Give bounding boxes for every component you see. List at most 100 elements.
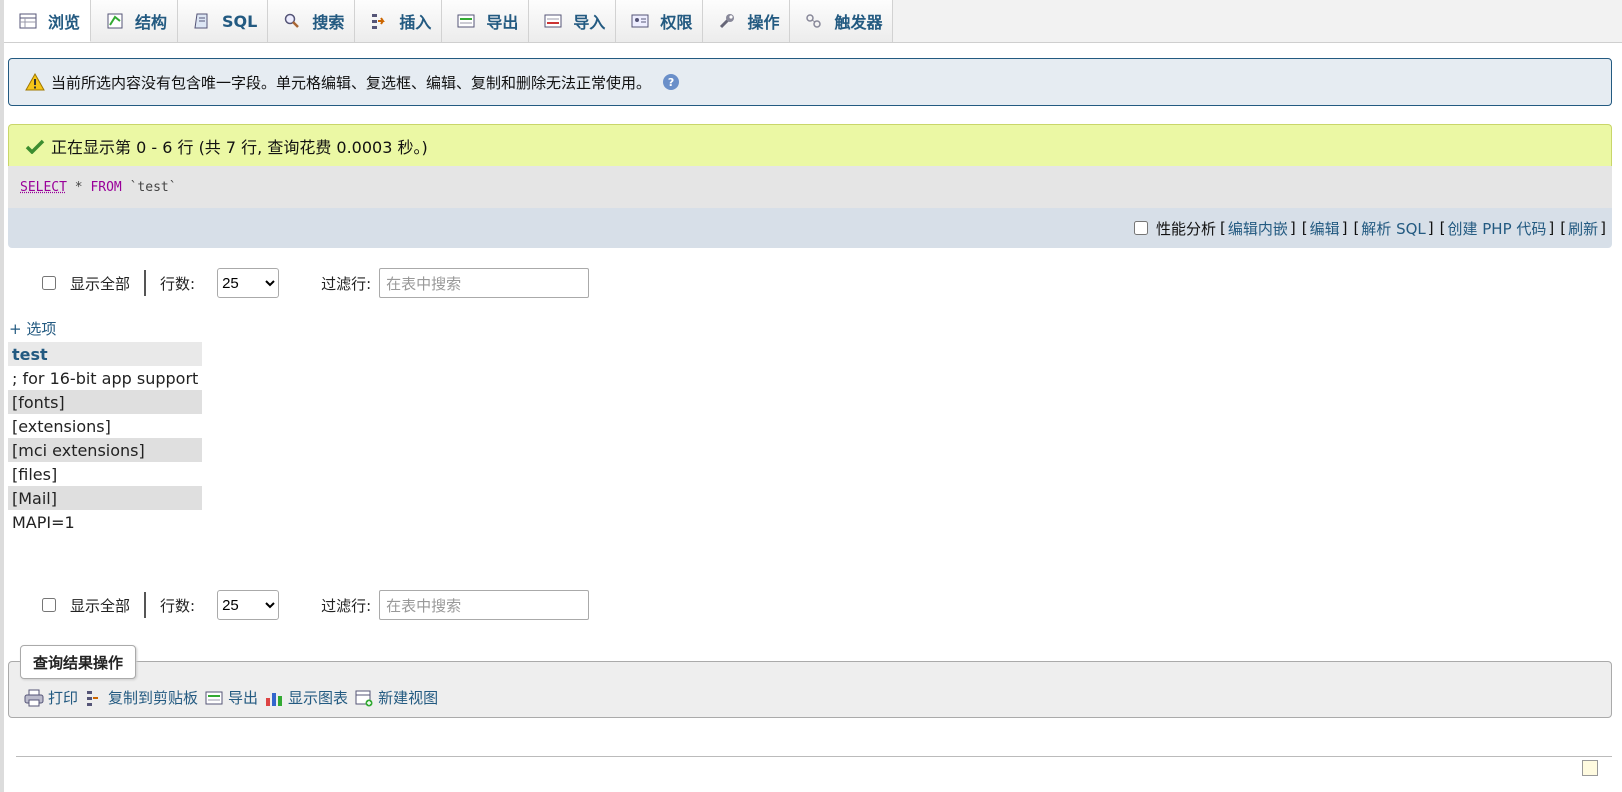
bracket: [ [1301,219,1308,237]
create-view-label: 新建视图 [378,689,439,707]
explain-sql-link[interactable]: 解析 SQL [1361,218,1425,239]
table-cell[interactable]: MAPI=1 [8,510,203,534]
table-row: ; for 16-bit app support [8,366,203,390]
edit-inline-link[interactable]: 编辑内嵌 [1228,218,1288,239]
rows-label: 行数: [160,596,196,615]
left-edge [0,0,4,792]
console-toggle-icon[interactable] [1582,760,1598,776]
column-header-test[interactable]: test [8,342,203,366]
divider [144,270,147,296]
footer-divider [16,756,1612,757]
options-link[interactable]: + 选项 [9,318,56,339]
show-all-label: 显示全部 [70,596,131,615]
bracket: ] [1427,219,1434,237]
navigation-top: 显示全部 行数: 25 过滤行: 在表中搜索 [42,268,590,298]
export-label: 导出 [228,689,259,707]
rows-select[interactable]: 25 [217,590,280,620]
export-icon [456,12,476,30]
tab-insert[interactable]: 插入 [355,0,443,42]
table-cell[interactable]: [Mail] [8,486,203,510]
warning-notice: 当前所选内容没有包含唯一字段。单元格编辑、复选框、编辑、复制和删除无法正常使用。… [8,58,1612,106]
rows-label: 行数: [160,274,196,293]
query-tools-bar: 性能分析 [编辑内嵌] [编辑] [解析 SQL] [创建 PHP 代码] [刷… [8,208,1612,248]
table-cell[interactable]: [mci extensions] [8,438,203,462]
wrench-icon [717,12,737,30]
table-cell[interactable]: [files] [8,462,203,486]
sql-select-keyword[interactable]: SELECT [20,180,67,195]
create-view-icon [354,688,374,708]
print-button[interactable]: 打印 [24,687,78,708]
tab-browse[interactable]: 浏览 [4,0,92,42]
copy-to-clipboard-label: 复制到剪贴板 [108,689,199,707]
profiling-label: 性能分析 [1155,219,1216,238]
result-ops-list: 打印 复制到剪贴板 导出 显示图表 新建视图 [24,687,444,708]
sql-icon [192,12,212,30]
table-cell[interactable]: ; for 16-bit app support [8,366,203,390]
warning-icon [25,73,45,91]
table-row: MAPI=1 [8,510,203,534]
edit-link[interactable]: 编辑 [1310,218,1340,239]
tab-operations[interactable]: 操作 [703,0,791,42]
tab-sql[interactable]: SQL [178,0,269,42]
success-text: 正在显示第 0 - 6 行 (共 7 行, 查询花费 0.0003 秒。) [51,137,428,157]
bracket: ] [1289,219,1296,237]
tab-label: 浏览 [48,12,81,32]
table-cell[interactable]: [extensions] [8,414,203,438]
divider [144,592,147,618]
tab-label: SQL [222,11,258,31]
export-button[interactable]: 导出 [204,687,258,708]
results-table: test ; for 16-bit app support [fonts] [e… [8,342,203,534]
search-icon [282,12,302,30]
table-cell[interactable]: [fonts] [8,390,203,414]
bracket: ] [1548,219,1555,237]
filter-label: 过滤行: [321,596,372,615]
tab-label: 导入 [573,13,606,32]
query-result-operations-legend: 查询结果操作 [20,645,137,679]
tab-import[interactable]: 导入 [529,0,617,42]
sql-query-display: SELECT * FROM `test` [8,166,1612,208]
privileges-icon [630,12,650,30]
show-all-checkbox[interactable] [42,276,56,290]
tab-label: 插入 [399,13,432,32]
filter-rows-input[interactable]: 在表中搜索 [379,268,590,298]
show-all-checkbox[interactable] [42,598,56,612]
tab-triggers[interactable]: 触发器 [790,0,894,42]
sql-table-name: `test` [121,179,177,195]
bracket: [ [1353,219,1360,237]
sql-from-keyword: FROM [90,179,122,195]
display-chart-button[interactable]: 显示图表 [264,687,348,708]
table-row: [fonts] [8,390,203,414]
create-view-button[interactable]: 新建视图 [354,687,438,708]
import-icon [543,12,563,30]
filter-rows-input[interactable]: 在表中搜索 [379,590,590,620]
check-icon [25,138,45,154]
tab-structure[interactable]: 结构 [91,0,179,42]
bar-chart-icon [264,688,284,708]
show-all-label: 显示全部 [70,274,131,293]
table-row: [mci extensions] [8,438,203,462]
success-notice: 正在显示第 0 - 6 行 (共 7 行, 查询花费 0.0003 秒。) [8,124,1612,166]
bracket: [ [1560,219,1567,237]
top-tabs: 浏览 结构 SQL 搜索 插入 导出 导入 权限 操作 触发器 [4,0,1622,43]
rows-select[interactable]: 25 [217,268,280,298]
navigation-bottom: 显示全部 行数: 25 过滤行: 在表中搜索 [42,590,590,620]
tab-export[interactable]: 导出 [442,0,530,42]
display-chart-label: 显示图表 [288,689,349,707]
insert-icon [369,12,389,30]
tab-label: 触发器 [834,13,883,32]
create-php-link[interactable]: 创建 PHP 代码 [1447,218,1546,239]
filter-label: 过滤行: [321,274,372,293]
help-icon[interactable]: ? [663,74,680,90]
printer-icon [24,688,44,708]
table-row: [Mail] [8,486,203,510]
tab-search[interactable]: 搜索 [268,0,356,42]
refresh-link[interactable]: 刷新 [1568,218,1598,239]
table-row: [files] [8,462,203,486]
tab-label: 导出 [486,13,519,32]
sql-star: * [66,179,91,195]
copy-to-clipboard-button[interactable]: 复制到剪贴板 [84,687,198,708]
triggers-icon [804,12,824,30]
profiling-checkbox[interactable] [1133,221,1148,235]
tab-label: 操作 [747,13,780,32]
tab-privileges[interactable]: 权限 [616,0,704,42]
